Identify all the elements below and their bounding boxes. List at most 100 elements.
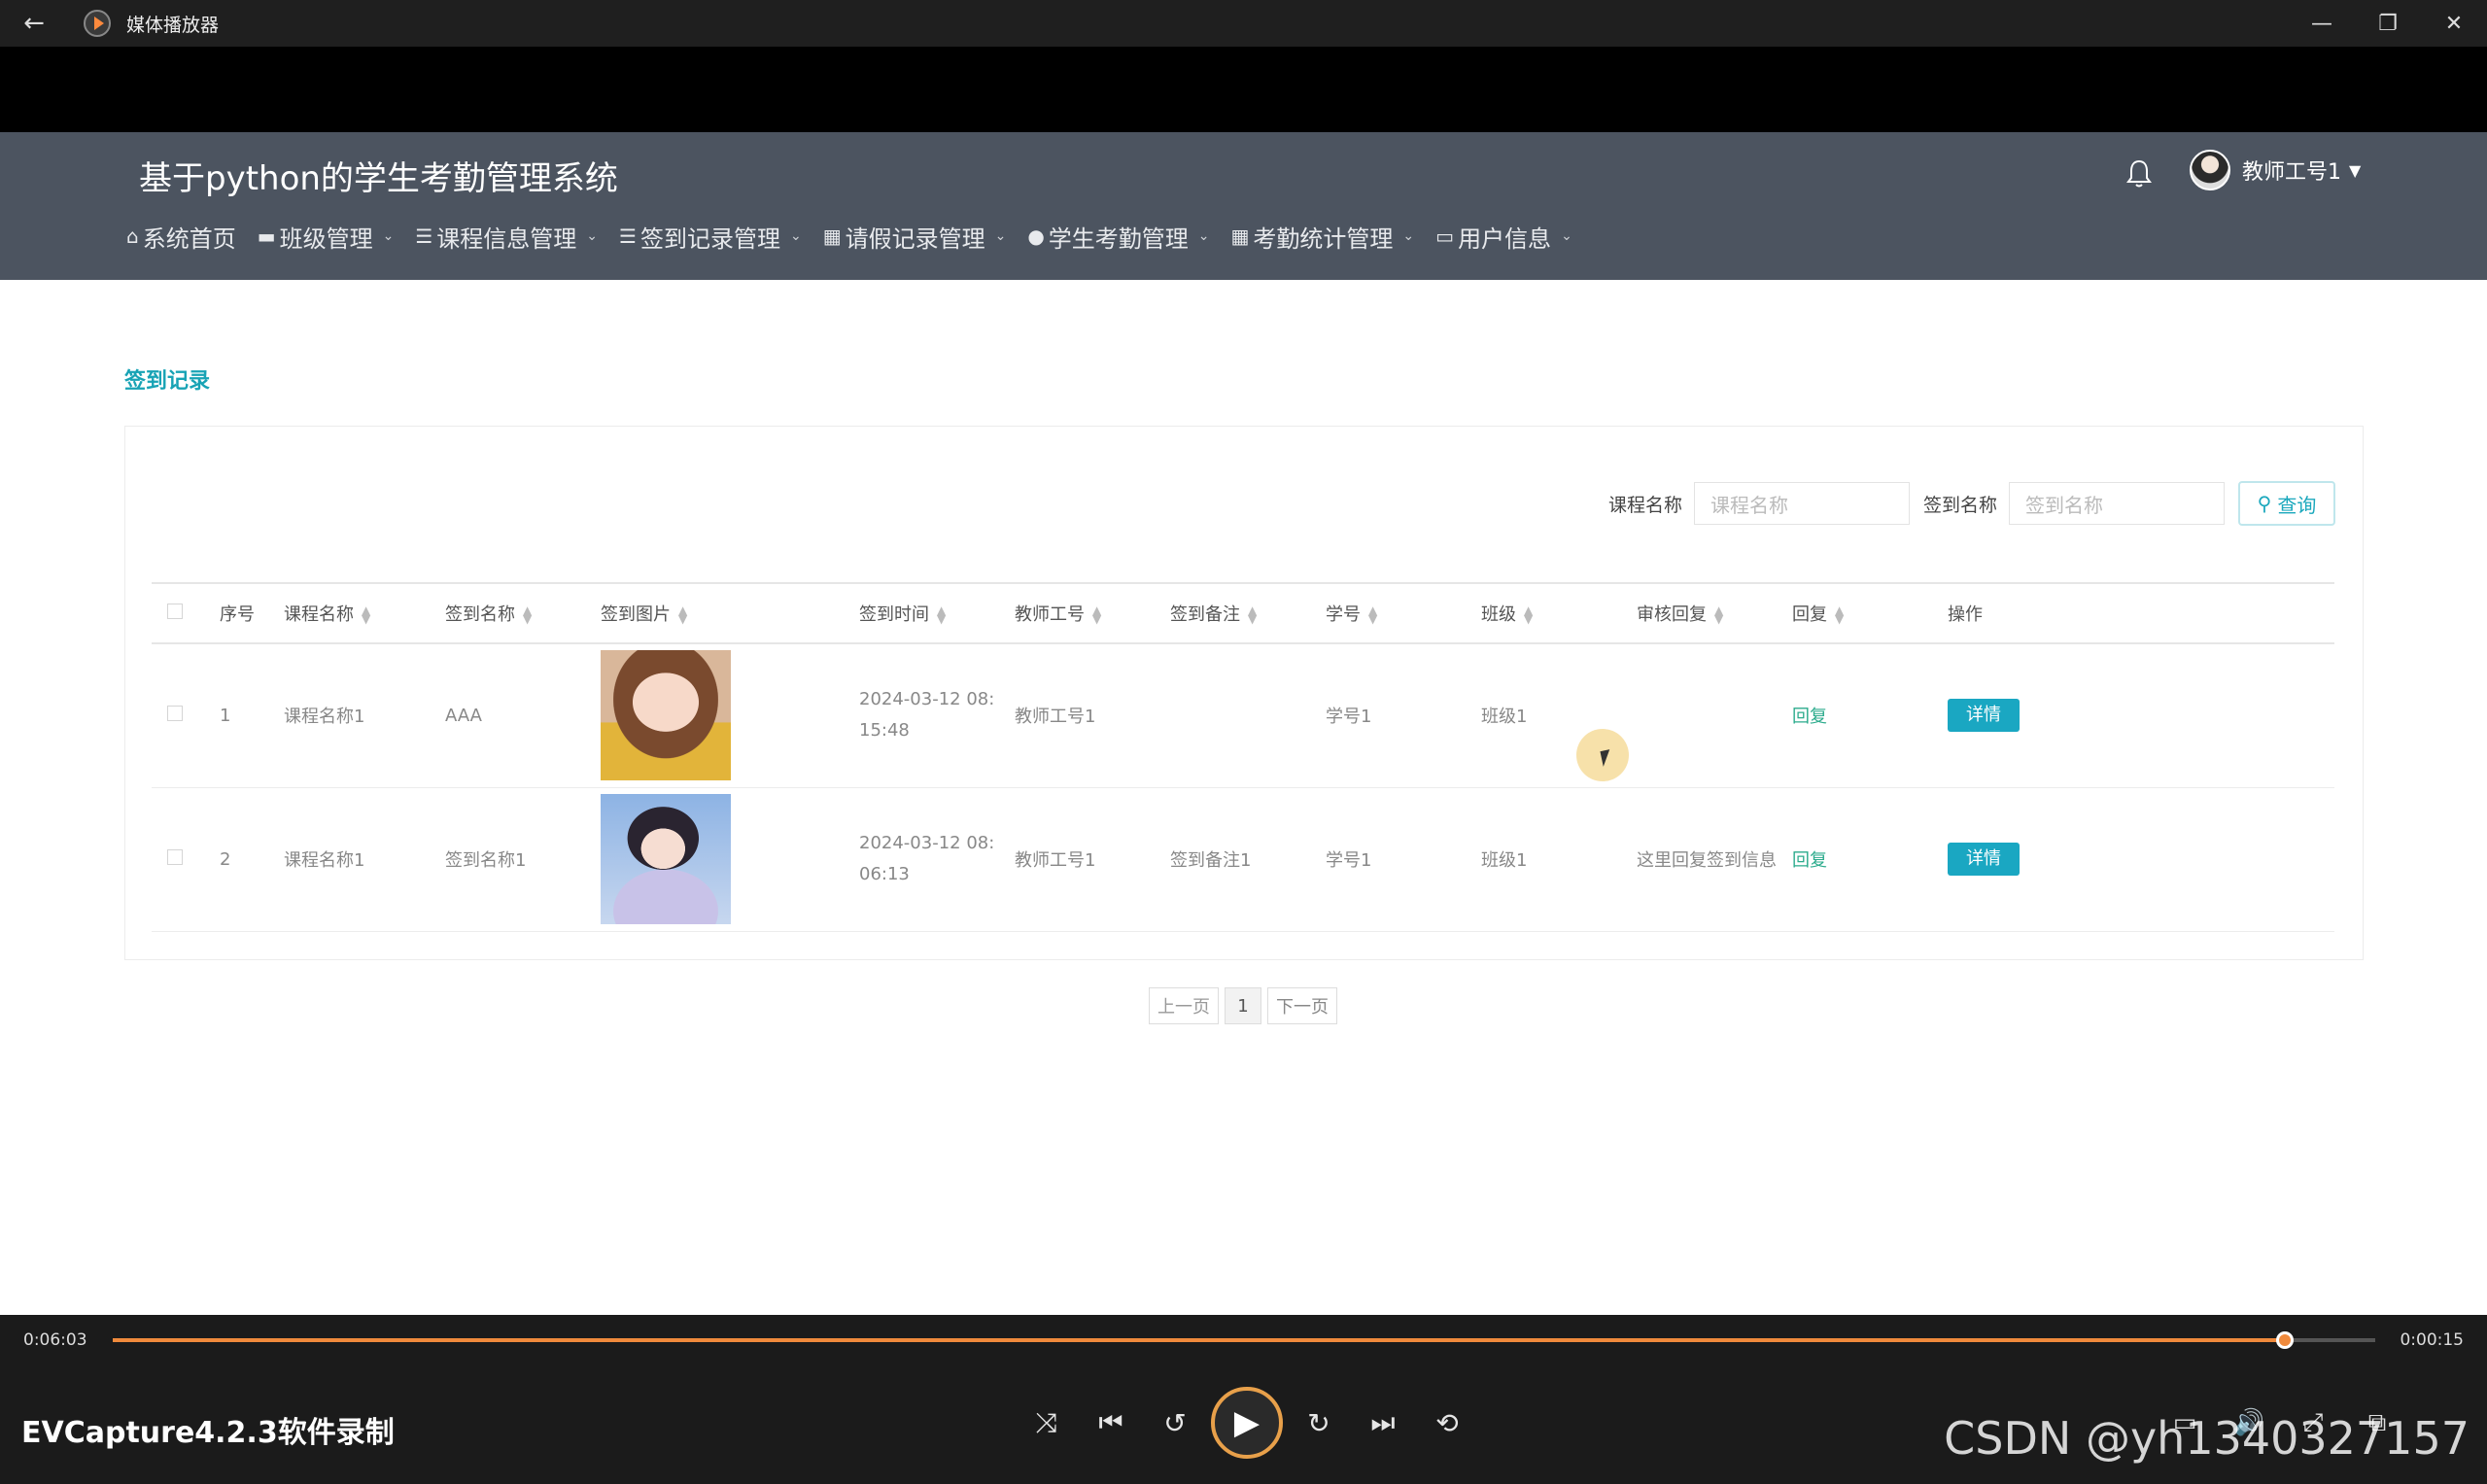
grid-icon: ▦ [1230,224,1250,248]
reply-link[interactable]: 回复 [1792,707,1827,727]
detail-button[interactable]: 详情 [1948,843,2020,876]
web-app: 基于python的学生考勤管理系统 教师工号1 ▼ ⌂ 系统首页 ▬ 班级管理 … [0,132,2487,1315]
course-name-label: 课程名称 [1607,494,1682,516]
nav-home[interactable]: ⌂ 系统首页 [126,220,236,254]
grid-icon: ▦ [822,224,842,248]
search-bar: 课程名称 课程名称 签到名称 签到名称 ⚲ 查询 [1608,481,2335,526]
user-name: 教师工号1 [2242,160,2341,185]
cell-course: 课程名称1 [284,787,445,932]
list-icon: ☰ [415,224,433,248]
reply-link[interactable]: 回复 [1792,850,1827,871]
bell-icon[interactable] [2126,159,2152,189]
sort-icon[interactable]: ▲ ▼ [1368,604,1377,625]
sort-icon[interactable]: ▲ ▼ [1835,604,1844,625]
chevron-down-icon: ⌄ [1402,228,1415,244]
window-controls: — ❐ ✕ [2289,0,2487,47]
pagination: 上一页 1 下一页 [1149,987,1343,1024]
chevron-down-icon: ⌄ [789,228,802,244]
nav-signin-management[interactable]: ☰ 签到记录管理 ⌄ [619,220,802,254]
header-sign-name[interactable]: 签到名称 ▲ ▼ [445,582,601,644]
forward-30-icon[interactable]: ↻ [1287,1391,1351,1455]
cell-time: 2024-03-12 08: 06:13 [859,787,1015,932]
signin-photo[interactable] [601,794,731,924]
cell-time: 2024-03-12 08: 15:48 [859,643,1015,788]
nav-label: 签到记录管理 [639,224,780,253]
table-row: 1 课程名称1 AAA 2024-03-12 08: 15:48 教师工号1 学号… [152,643,2334,788]
nav-label: 考勤统计管理 [1253,224,1394,253]
shuffle-icon[interactable]: ⤨ [1015,1391,1079,1455]
sort-icon[interactable]: ▲ ▼ [1524,604,1533,625]
row-checkbox[interactable] [167,705,183,721]
cell-class: 班级1 [1481,787,1637,932]
window-title: 媒体播放器 [126,14,220,36]
nav-class-management[interactable]: ▬ 班级管理 ⌄ [258,220,395,254]
next-track-icon[interactable]: ⏭ [1351,1391,1415,1455]
row-checkbox[interactable] [167,848,183,865]
nav-statistics-management[interactable]: ▦ 考勤统计管理 ⌄ [1231,220,1415,254]
caret-down-icon: ▼ [2349,160,2362,180]
header-image[interactable]: 签到图片 ▲ ▼ [601,582,859,644]
header-course[interactable]: 课程名称 ▲ ▼ [284,582,445,644]
map-pin-icon: ● [1027,224,1045,248]
header-audit-reply[interactable]: 审核回复 ▲ ▼ [1637,582,1792,644]
minimize-icon[interactable]: — [2289,0,2355,47]
header-reply[interactable]: 回复 ▲ ▼ [1792,582,1948,644]
header-index: 序号 [220,582,284,644]
sort-icon[interactable]: ▲ ▼ [937,604,946,625]
query-button[interactable]: ⚲ 查询 [2238,481,2335,526]
sign-name-input[interactable]: 签到名称 [2009,482,2225,525]
sign-name-label: 签到名称 [1922,494,1997,516]
nav-label: 课程信息管理 [436,224,577,253]
content-panel: 课程名称 课程名称 签到名称 签到名称 ⚲ 查询 序号 课程名称 ▲ ▼ 签到名… [124,426,2364,960]
seek-bar[interactable] [113,1331,2375,1349]
rewind-10-icon[interactable]: ↺ [1143,1391,1207,1455]
sort-icon[interactable]: ▲ ▼ [523,604,532,625]
restore-icon[interactable]: ❐ [2355,0,2421,47]
cell-audit-reply [1637,643,1792,788]
close-icon[interactable]: ✕ [2421,0,2487,47]
header-student-no[interactable]: 学号 ▲ ▼ [1326,582,1481,644]
header-time[interactable]: 签到时间 ▲ ▼ [859,582,1015,644]
main-nav: ⌂ 系统首页 ▬ 班级管理 ⌄ ☰ 课程信息管理 ⌄ ☰ 签到记录管理 ⌄ ▦ … [126,212,1594,260]
nav-leave-management[interactable]: ▦ 请假记录管理 ⌄ [823,220,1007,254]
nav-attendance-management[interactable]: ● 学生考勤管理 ⌄ [1027,220,1209,254]
app-header: 基于python的学生考勤管理系统 教师工号1 ▼ ⌂ 系统首页 ▬ 班级管理 … [0,132,2487,280]
page-number-button[interactable]: 1 [1225,987,1261,1024]
sort-icon[interactable]: ▲ ▼ [362,604,370,625]
player-controls: 0:06:03 0:00:15 EVCapture4.2.3软件录制 ⤨ ⏮ ↺… [0,1315,2487,1484]
cell-audit-reply: 这里回复签到信息 [1637,787,1792,932]
course-name-input[interactable]: 课程名称 [1693,482,1910,525]
previous-track-icon[interactable]: ⏮ [1079,1391,1143,1455]
table-row: 2 课程名称1 签到名称1 2024-03-12 08: 06:13 教师工号1 … [152,787,2334,932]
cell-note [1170,643,1326,788]
repeat-off-icon[interactable]: ⟲ [1415,1391,1479,1455]
media-player-logo-icon [84,10,111,37]
seek-handle[interactable] [2275,1331,2294,1349]
video-area[interactable]: 基于python的学生考勤管理系统 教师工号1 ▼ ⌂ 系统首页 ▬ 班级管理 … [0,47,2487,1315]
select-all-checkbox[interactable] [167,603,183,619]
header-class[interactable]: 班级 ▲ ▼ [1481,582,1637,644]
sort-icon[interactable]: ▲ ▼ [1092,604,1101,625]
cell-teacher: 教师工号1 [1015,643,1170,788]
cell-course: 课程名称1 [284,643,445,788]
next-page-button[interactable]: 下一页 [1267,987,1337,1024]
elapsed-time: 0:06:03 [23,1330,87,1350]
cell-student-no: 学号1 [1326,643,1481,788]
cell-teacher: 教师工号1 [1015,787,1170,932]
back-icon[interactable]: ← [0,0,68,47]
header-teacher[interactable]: 教师工号 ▲ ▼ [1015,582,1170,644]
briefcase-icon: ▬ [257,224,276,248]
cell-index: 1 [220,643,284,788]
user-menu[interactable]: 教师工号1 ▼ [2190,150,2361,190]
prev-page-button[interactable]: 上一页 [1149,987,1219,1024]
detail-button[interactable]: 详情 [1948,699,2020,733]
sort-icon[interactable]: ▲ ▼ [1714,604,1723,625]
signin-photo[interactable] [601,650,731,781]
header-note[interactable]: 签到备注 ▲ ▼ [1170,582,1326,644]
sort-icon[interactable]: ▲ ▼ [1248,604,1257,625]
sort-icon[interactable]: ▲ ▼ [678,604,687,625]
chevron-down-icon: ⌄ [586,228,599,244]
nav-user-info[interactable]: ▭ 用户信息 ⌄ [1435,220,1572,254]
nav-course-management[interactable]: ☰ 课程信息管理 ⌄ [415,220,598,254]
play-button[interactable]: ▶ [1211,1387,1283,1459]
